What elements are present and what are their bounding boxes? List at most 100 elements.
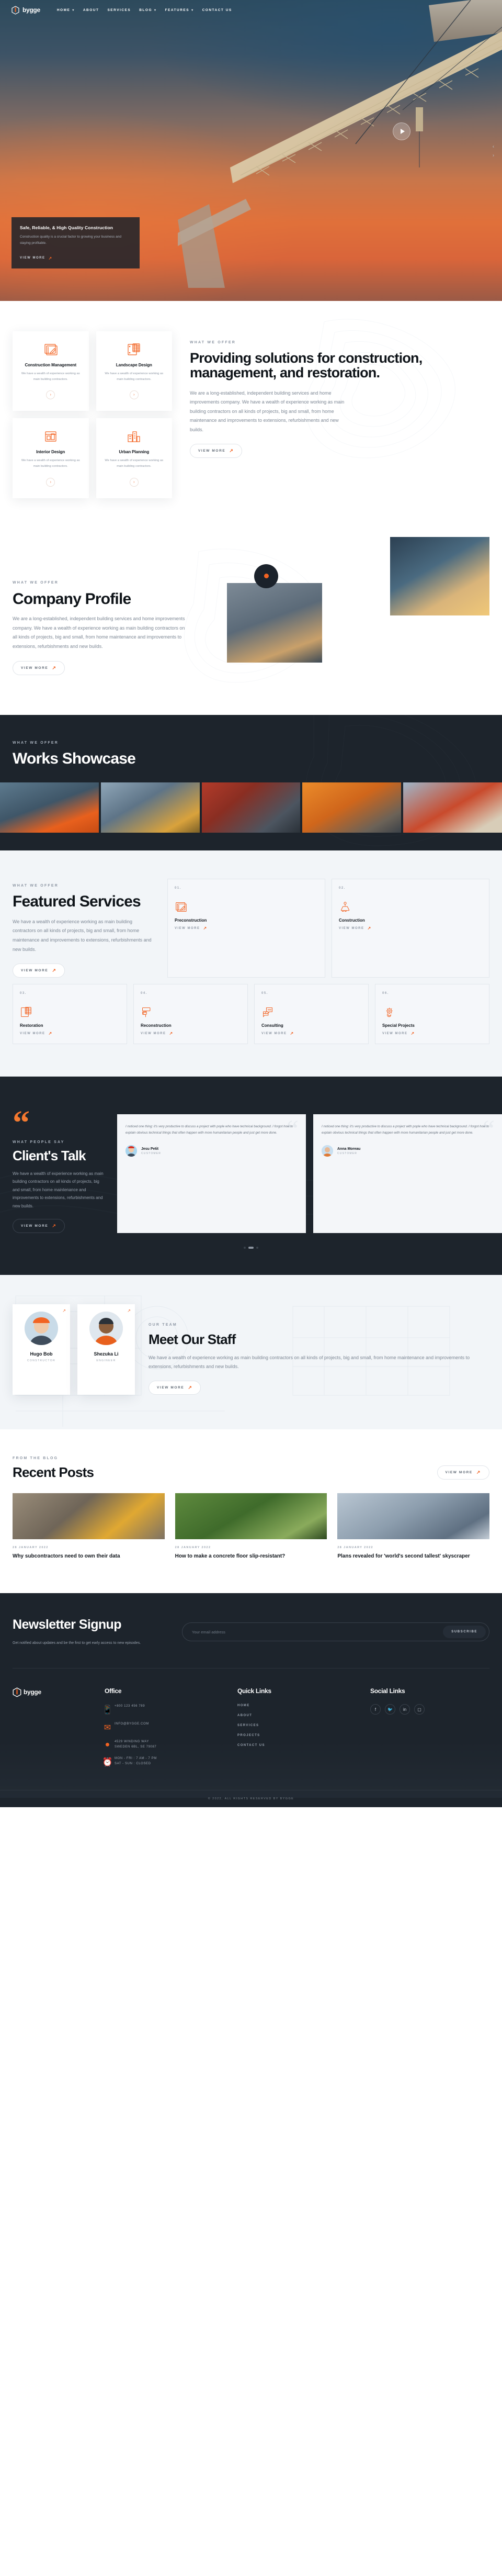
chevron-right-icon[interactable]: › bbox=[129, 477, 139, 487]
carousel-dot[interactable] bbox=[244, 1246, 246, 1249]
service-card-interior-design[interactable]: Interior Design We have a wealth of expe… bbox=[13, 418, 89, 498]
staff-card-hugo-bob[interactable]: ↗ Hugo Bob CONSTRUCTOR bbox=[13, 1304, 70, 1395]
slider-next-button[interactable]: › bbox=[493, 152, 494, 158]
quick-link-projects[interactable]: PROJECTS bbox=[237, 1734, 357, 1737]
card-title: Construction bbox=[339, 918, 365, 923]
blueprint-icon bbox=[19, 342, 83, 357]
work-thumb-steel-structure[interactable] bbox=[302, 782, 402, 833]
card-view-more-link[interactable]: VIEW MORE ↗ bbox=[175, 926, 318, 931]
arrow-up-right-icon: ↗ bbox=[52, 1223, 57, 1228]
carousel-dot-active[interactable] bbox=[248, 1246, 254, 1249]
work-thumb-drilling-rig[interactable] bbox=[403, 782, 502, 833]
footer-brand-column: bygge bbox=[13, 1687, 91, 1774]
nav-item-features[interactable]: FEATURES ▾ bbox=[165, 8, 194, 12]
office-row-address: ● 4529 WINDING WAY SWEDEN 6BL, SE 79087 bbox=[105, 1740, 224, 1750]
service-card-construction-management[interactable]: Construction Management We have a wealth… bbox=[13, 331, 89, 411]
featured-card-special-projects[interactable]: 06. Special Projects VIEW MORE ↗ bbox=[375, 984, 489, 1045]
post-thumbnail-aerial-excavator bbox=[13, 1493, 165, 1540]
featured-view-more-button[interactable]: VIEW MORE ↗ bbox=[13, 964, 65, 978]
testimonial-author: Jesu Petit CUSTOMER bbox=[126, 1145, 298, 1157]
nav-label: SERVICES bbox=[107, 8, 131, 12]
card-view-more-link[interactable]: VIEW MORE ↗ bbox=[382, 1031, 482, 1036]
hero-caption-card: Safe, Reliable, & High Quality Construct… bbox=[12, 217, 140, 268]
twitter-icon[interactable]: 🐦 bbox=[385, 1704, 395, 1715]
office-hours: MON - FRI : 7 AM - 7 PM SAT - SUN : CLOS… bbox=[115, 1757, 157, 1765]
quick-link-services[interactable]: SERVICES bbox=[237, 1724, 357, 1727]
work-thumb-crane-site[interactable] bbox=[100, 782, 200, 833]
testimonials-carousel[interactable]: “ I noticed one thing: it's very product… bbox=[117, 1104, 502, 1233]
arrow-up-right-icon: ↗ bbox=[410, 1031, 415, 1036]
staff-photo bbox=[89, 1311, 123, 1345]
instagram-icon[interactable]: ▢ bbox=[414, 1704, 425, 1715]
section-title: Meet Our Staff bbox=[149, 1331, 236, 1347]
work-thumb-worker-portrait[interactable] bbox=[0, 782, 99, 833]
profile-photo-main bbox=[227, 583, 322, 663]
carousel-dot[interactable] bbox=[256, 1246, 258, 1249]
nav-item-about[interactable]: ABOUT bbox=[83, 8, 99, 12]
post-thumbnail-glass-tower bbox=[337, 1493, 489, 1540]
card-number: 06. bbox=[382, 992, 389, 995]
work-thumb-tunnel-boring[interactable] bbox=[201, 782, 301, 833]
subscribe-button[interactable]: SUBSCRIBE bbox=[443, 1626, 486, 1639]
featured-card-reconstruction[interactable]: 04. Reconstruction VIEW MORE ↗ bbox=[133, 984, 248, 1045]
blog-section: FROM THE BLOG Recent Posts VIEW MORE ↗ 2… bbox=[0, 1429, 502, 1593]
chevron-right-icon[interactable]: › bbox=[129, 390, 139, 400]
service-card-landscape-design[interactable]: Landscape Design We have a wealth of exp… bbox=[96, 331, 172, 411]
slider-prev-button[interactable]: ‹ bbox=[493, 143, 494, 149]
card-number: 03. bbox=[20, 992, 27, 995]
featured-cards-top: 01. Preconstruction VIEW MORE ↗ 02. Cons… bbox=[167, 879, 489, 978]
card-view-more-link[interactable]: VIEW MORE ↗ bbox=[339, 926, 482, 931]
section-eyebrow: WHAT WE OFFER bbox=[13, 580, 59, 585]
chevron-right-icon[interactable]: › bbox=[46, 390, 55, 400]
service-title: Interior Design bbox=[36, 450, 65, 455]
blog-heading-block: FROM THE BLOG Recent Posts bbox=[13, 1457, 94, 1480]
blog-post-card[interactable]: 28 JANUARY 2022 How to make a concrete f… bbox=[175, 1493, 327, 1561]
card-view-more-link[interactable]: VIEW MORE ↗ bbox=[261, 1031, 361, 1036]
profile-view-more-button[interactable]: VIEW MORE ↗ bbox=[13, 660, 65, 675]
quick-link-about[interactable]: ABOUT bbox=[237, 1714, 357, 1717]
office-phone: +800 123 456 789 bbox=[115, 1705, 145, 1708]
linkedin-icon[interactable]: in bbox=[400, 1704, 410, 1715]
mail-icon: ✉ bbox=[104, 1723, 111, 1733]
section-text: We are a long-established, independent b… bbox=[13, 616, 185, 649]
brand-logo[interactable]: bygge bbox=[12, 5, 40, 15]
staff-card-shezuka-li[interactable]: ↗ Shezuka Li ENGINEER bbox=[77, 1304, 135, 1395]
featured-card-restoration[interactable]: 03. Restoration VIEW MORE ↗ bbox=[13, 984, 127, 1045]
quick-link-home[interactable]: HOME bbox=[237, 1704, 357, 1707]
card-view-more-link[interactable]: VIEW MORE ↗ bbox=[141, 1031, 241, 1036]
card-title: Special Projects bbox=[382, 1023, 415, 1028]
office-row-email: ✉ INFO@BYGGE.COM bbox=[104, 1722, 224, 1733]
newsletter-title: Newsletter Signup bbox=[13, 1617, 122, 1632]
featured-card-consulting[interactable]: 05. Consulting VIEW MORE ↗ bbox=[254, 984, 369, 1045]
nav-item-blog[interactable]: BLOG ▾ bbox=[139, 8, 156, 12]
section-text: We have a wealth of experience working a… bbox=[13, 919, 152, 952]
page-root: bygge HOME ▾ ABOUT SERVICES BLOG ▾ FEATURE… bbox=[0, 0, 502, 1808]
card-view-more-link[interactable]: VIEW MORE ↗ bbox=[20, 1031, 120, 1036]
blog-view-more-button[interactable]: VIEW MORE ↗ bbox=[437, 1465, 489, 1480]
featured-card-construction[interactable]: 02. Construction VIEW MORE ↗ bbox=[332, 879, 489, 978]
blog-post-card[interactable]: 28 JANUARY 2022 Why subcontractors need … bbox=[13, 1493, 165, 1561]
footer-logo[interactable]: bygge bbox=[13, 1687, 91, 1697]
chevron-right-icon[interactable]: › bbox=[46, 477, 55, 487]
nav-item-services[interactable]: SERVICES bbox=[107, 8, 131, 12]
nav-item-home[interactable]: HOME ▾ bbox=[57, 8, 75, 12]
service-card-urban-planning[interactable]: Urban Planning We have a wealth of exper… bbox=[96, 418, 172, 498]
staff-view-more-button[interactable]: VIEW MORE ↗ bbox=[149, 1380, 201, 1395]
email-input[interactable] bbox=[192, 1629, 443, 1634]
testimonials-view-more-button[interactable]: VIEW MORE ↗ bbox=[13, 1218, 65, 1233]
services-view-more-button[interactable]: VIEW MORE ↗ bbox=[190, 444, 243, 458]
footer: Newsletter Signup Get notified about upd… bbox=[0, 1593, 502, 1808]
nav-item-contact-us[interactable]: CONTACT US bbox=[202, 8, 232, 12]
facebook-icon[interactable]: f bbox=[370, 1704, 381, 1715]
section-title: Company Profile bbox=[13, 590, 131, 608]
card-number: 02. bbox=[339, 887, 346, 890]
quick-link-contact-us[interactable]: CONTACT US bbox=[237, 1744, 357, 1747]
play-video-button[interactable] bbox=[393, 122, 410, 140]
hero-view-more-link[interactable]: VIEW MORE ↗ bbox=[20, 256, 53, 261]
featured-card-preconstruction[interactable]: 01. Preconstruction VIEW MORE ↗ bbox=[167, 879, 325, 978]
service-text: We have a wealth of experience working a… bbox=[21, 459, 80, 468]
testimonials-text-block: “ WHAT PEOPLE SAY Client's Talk We have … bbox=[13, 1104, 107, 1233]
staff-photo bbox=[25, 1311, 58, 1345]
testimonials-section: “ WHAT PEOPLE SAY Client's Talk We have … bbox=[0, 1077, 502, 1275]
blog-post-card[interactable]: 28 JANUARY 2022 Plans revealed for 'worl… bbox=[337, 1493, 489, 1561]
